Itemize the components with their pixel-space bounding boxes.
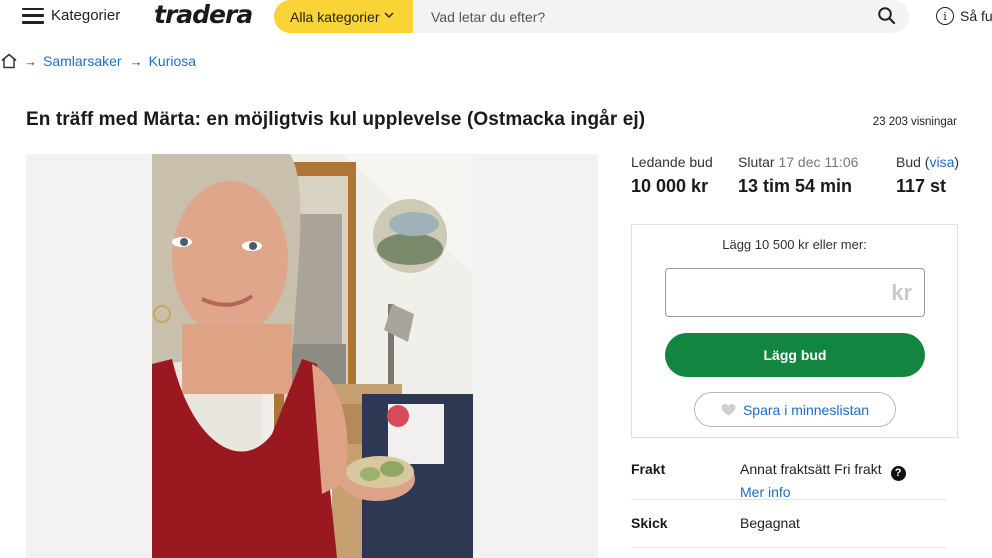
bid-amount-field: kr bbox=[665, 268, 925, 317]
breadcrumb: → Samlarsaker → Kuriosa bbox=[0, 52, 204, 70]
bids-stat: Bud (visa) 117 st bbox=[896, 154, 959, 197]
category-dropdown-label: Alla kategorier bbox=[290, 8, 380, 25]
shipping-row: Frakt Annat fraktsätt Fri frakt? Mer inf… bbox=[631, 452, 947, 500]
shipping-more-info-link[interactable]: Mer info bbox=[740, 484, 906, 500]
listing-photo-illustration bbox=[152, 154, 473, 558]
condition-label: Skick bbox=[631, 515, 668, 531]
category-dropdown[interactable]: Alla kategorier bbox=[274, 0, 413, 33]
ends-date: 17 dec 11:06 bbox=[778, 154, 859, 170]
hamburger-icon bbox=[22, 7, 44, 24]
heart-icon bbox=[721, 403, 736, 416]
search-icon[interactable] bbox=[877, 6, 897, 26]
tradera-logo[interactable]: tradera bbox=[154, 0, 253, 29]
save-to-watchlist-label: Spara i minneslistan bbox=[742, 401, 870, 418]
bid-panel: Lägg 10 500 kr eller mer: kr Lägg bud Sp… bbox=[631, 224, 958, 438]
listing-details: Frakt Annat fraktsätt Fri frakt? Mer inf… bbox=[631, 452, 947, 548]
view-count-number: 23 203 bbox=[872, 116, 908, 128]
leading-bid-label: Ledande bud bbox=[631, 154, 713, 170]
time-remaining-value: 13 tim 54 min bbox=[738, 176, 853, 196]
help-icon[interactable]: ? bbox=[890, 465, 906, 481]
how-it-works-label: Så fu bbox=[960, 8, 992, 24]
shipping-value: Annat fraktsätt Fri frakt bbox=[740, 461, 882, 477]
ends-stat: Slutar 17 dec 11:06 13 tim 54 min bbox=[738, 154, 858, 197]
currency-unit: kr bbox=[891, 280, 912, 305]
bid-amount-input[interactable] bbox=[666, 269, 866, 315]
ends-label-row: Slutar 17 dec 11:06 bbox=[738, 154, 858, 170]
categories-menu-button[interactable]: Kategorier bbox=[22, 7, 120, 24]
bids-label: Bud bbox=[896, 154, 921, 170]
condition-value: Begagnat bbox=[740, 515, 800, 531]
bid-stats: Ledande bud 10 000 kr Slutar 17 dec 11:0… bbox=[631, 154, 961, 204]
view-count: 23 203 visningar bbox=[870, 116, 957, 128]
ends-label: Slutar bbox=[738, 154, 775, 170]
bids-label-row: Bud (visa) bbox=[896, 154, 960, 170]
home-icon[interactable] bbox=[0, 52, 18, 70]
top-header: Kategorier tradera Alla kategorier i Så … bbox=[0, 0, 992, 34]
image-gallery bbox=[26, 154, 598, 558]
shipping-label: Frakt bbox=[631, 461, 666, 477]
chevron-down-icon bbox=[384, 11, 394, 22]
arrow-right-icon: → bbox=[129, 53, 143, 69]
show-bids-link[interactable]: visa bbox=[929, 154, 954, 170]
place-bid-button[interactable]: Lägg bud bbox=[665, 333, 925, 377]
condition-row: Skick Begagnat bbox=[631, 500, 947, 548]
search-input[interactable] bbox=[413, 1, 853, 32]
shipping-value-block: Annat fraktsätt Fri frakt? Mer info bbox=[740, 461, 906, 500]
info-icon: i bbox=[936, 7, 954, 25]
save-to-watchlist-button[interactable]: Spara i minneslistan bbox=[694, 392, 896, 427]
search-bar bbox=[413, 0, 909, 33]
breadcrumb-item-samlarsaker[interactable]: Samlarsaker bbox=[43, 53, 122, 69]
listing-title: En träff med Märta: en möjligtvis kul up… bbox=[26, 109, 646, 130]
categories-menu-label: Kategorier bbox=[51, 7, 121, 24]
bid-count-value: 117 st bbox=[896, 176, 947, 196]
leading-bid-value: 10 000 kr bbox=[631, 176, 709, 196]
minimum-bid-hint: Lägg 10 500 kr eller mer: bbox=[722, 237, 867, 252]
view-count-label: visningar bbox=[910, 116, 957, 128]
arrow-right-icon: → bbox=[24, 53, 37, 69]
how-it-works-link[interactable]: i Så fu bbox=[936, 7, 992, 25]
breadcrumb-item-kuriosa[interactable]: Kuriosa bbox=[149, 53, 196, 69]
leading-bid-stat: Ledande bud 10 000 kr bbox=[631, 154, 713, 197]
listing-photo[interactable] bbox=[152, 154, 473, 558]
